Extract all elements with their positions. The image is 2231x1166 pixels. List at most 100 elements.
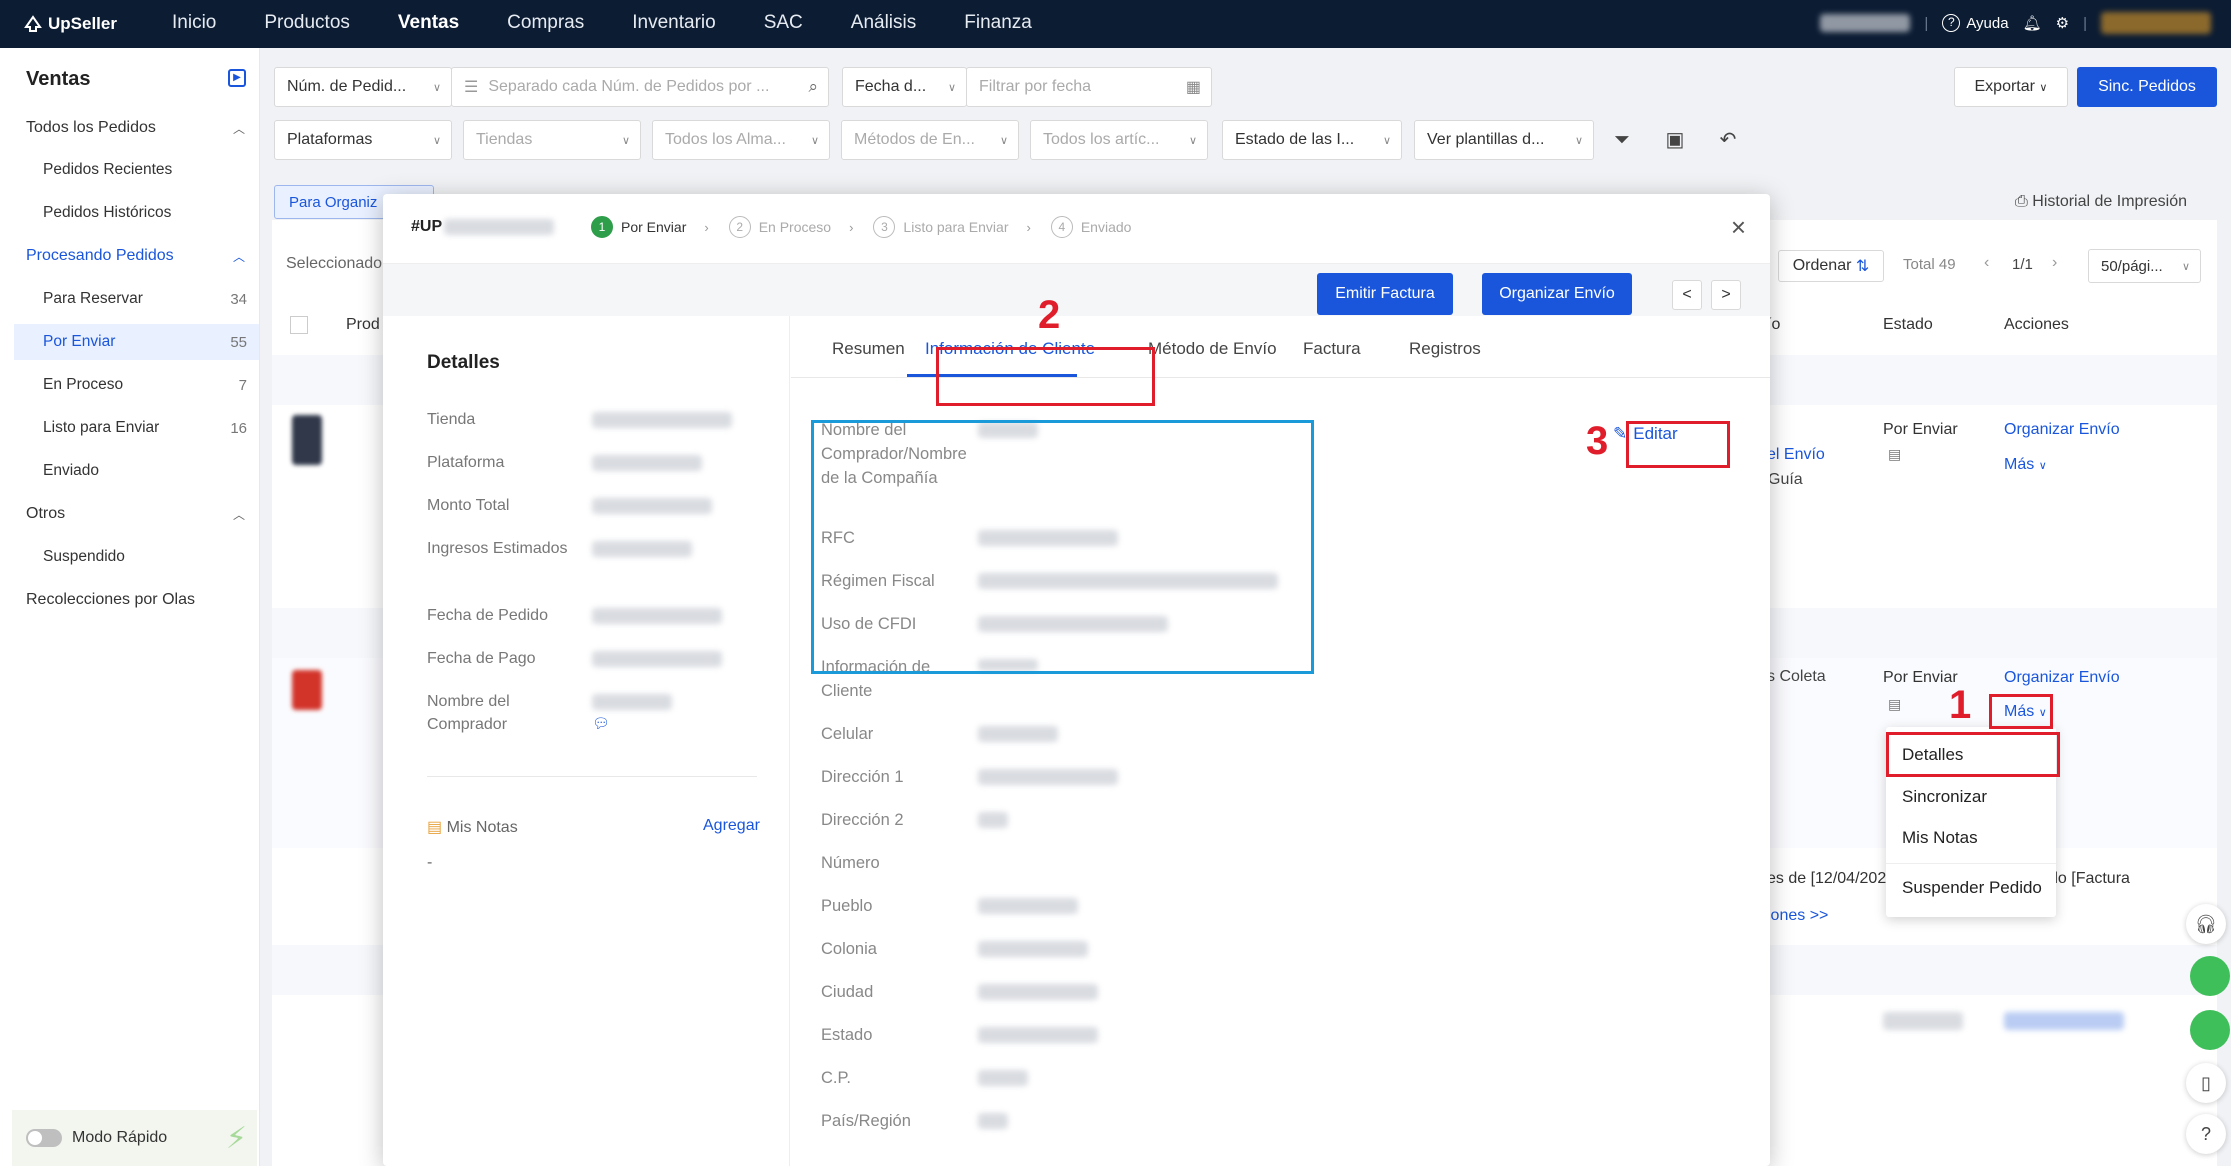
prev-page-icon[interactable]: ‹ bbox=[1984, 254, 1989, 272]
nav-productos[interactable]: Productos bbox=[264, 12, 350, 34]
platforms-select[interactable]: Plataformas ∨ bbox=[274, 120, 452, 160]
chat-bubble-icon[interactable] bbox=[2190, 1010, 2230, 1050]
note-icon: ▤ bbox=[427, 819, 443, 836]
next-page-icon[interactable]: › bbox=[2052, 254, 2057, 272]
blurred-status bbox=[1883, 1012, 1963, 1030]
export-button[interactable]: Exportar ∨ bbox=[1954, 67, 2068, 107]
next-order-button[interactable]: > bbox=[1711, 280, 1741, 310]
annotation-box-tab bbox=[936, 347, 1155, 406]
order-number-select[interactable]: Núm. de Pedid... ∨ bbox=[274, 67, 452, 107]
collapse-sidebar-icon[interactable]: ▶ bbox=[228, 69, 246, 87]
more-menu-link[interactable]: Más ∨ bbox=[2004, 456, 2047, 474]
templates-select[interactable]: Ver plantillas d... ∨ bbox=[1414, 120, 1594, 160]
client-field-row: Dirección 2 bbox=[821, 808, 1341, 832]
sidebar-item-todos[interactable]: Todos los Pedidos ︿ bbox=[0, 110, 259, 146]
nav-sac[interactable]: SAC bbox=[764, 12, 803, 34]
shipping-link[interactable]: el Envío bbox=[1767, 446, 1825, 464]
warehouses-select[interactable]: Todos los Alma... ∨ bbox=[652, 120, 830, 160]
topbar-right: | ? Ayuda 🔔︎ ⚙︎ | bbox=[1820, 12, 2211, 34]
gear-icon[interactable]: ⚙︎ bbox=[2056, 14, 2069, 32]
sync-orders-button[interactable]: Sinc. Pedidos bbox=[2077, 67, 2217, 107]
step-por-enviar: 1 Por Enviar › bbox=[591, 216, 709, 238]
sort-icon: ⇅ bbox=[1855, 258, 1870, 275]
bell-icon[interactable]: 🔔︎ bbox=[2023, 14, 2042, 32]
prev-order-button[interactable]: < bbox=[1672, 280, 1702, 310]
tab-registros[interactable]: Registros bbox=[1409, 339, 1481, 359]
emit-invoice-button[interactable]: Emitir Factura bbox=[1317, 273, 1453, 315]
organize-shipping-button[interactable]: Organizar Envío bbox=[1482, 273, 1632, 315]
add-note-link[interactable]: Agregar bbox=[703, 817, 760, 835]
brand-logo[interactable]: UpSeller bbox=[22, 13, 117, 35]
filter-icon[interactable]: ⏷ bbox=[1609, 127, 1635, 153]
print-history-link[interactable]: ⎙ Historial de Impresión bbox=[2015, 193, 2187, 211]
organize-shipping-link[interactable]: Organizar Envío bbox=[2004, 669, 2120, 687]
step-listo: 3 Listo para Enviar › bbox=[873, 216, 1031, 238]
chevron-up-icon: ︿ bbox=[232, 249, 245, 264]
sidebar-item-otros[interactable]: Otros ︿ bbox=[0, 496, 259, 532]
chat-icon[interactable]: 💬︎ bbox=[592, 715, 610, 731]
mobile-icon[interactable]: ▯ bbox=[2186, 1063, 2226, 1103]
modo-rapido-toggle[interactable] bbox=[26, 1129, 62, 1147]
sidebar-item-label: Procesando Pedidos bbox=[26, 247, 174, 264]
sidebar-item-label: Suspendido bbox=[43, 548, 125, 565]
nav-ventas[interactable]: Ventas bbox=[398, 12, 459, 34]
undo-icon[interactable]: ↶ bbox=[1715, 127, 1741, 153]
sidebar-item-por-enviar[interactable]: Por Enviar 55 bbox=[14, 324, 259, 360]
annotation-number-3: 3 bbox=[1586, 419, 1609, 463]
order-progress-steps: 1 Por Enviar › 2 En Proceso › 3 Listo para En… bbox=[591, 216, 1151, 238]
sort-button[interactable]: Ordenar ⇅ bbox=[1778, 250, 1884, 282]
sidebar-item-olas[interactable]: Recolecciones por Olas bbox=[0, 582, 259, 618]
tab-factura[interactable]: Factura bbox=[1303, 339, 1361, 359]
articles-select[interactable]: Todos los artíc... ∨ bbox=[1030, 120, 1208, 160]
help-circle-icon[interactable]: ? bbox=[2186, 1114, 2226, 1154]
nav-inventario[interactable]: Inventario bbox=[632, 12, 715, 34]
sidebar-item-en-proceso[interactable]: En Proceso 7 bbox=[0, 367, 259, 403]
stores-select[interactable]: Tiendas ∨ bbox=[463, 120, 641, 160]
nav-finanza[interactable]: Finanza bbox=[964, 12, 1032, 34]
date-filter-input[interactable]: Filtrar por fecha ▦ bbox=[966, 67, 1212, 107]
chevron-down-icon: ∨ bbox=[1574, 134, 1583, 147]
modo-rapido-label: Modo Rápido bbox=[72, 1129, 168, 1146]
shipping-methods-select[interactable]: Métodos de En... ∨ bbox=[841, 120, 1019, 160]
headset-support-icon[interactable]: 🎧︎ bbox=[2186, 904, 2226, 944]
tab-metodo-envio[interactable]: Método de Envío bbox=[1148, 339, 1277, 359]
guide-label: Guía bbox=[1768, 471, 1803, 488]
status-select[interactable]: Estado de las I... ∨ bbox=[1222, 120, 1402, 160]
nav-inicio[interactable]: Inicio bbox=[172, 12, 216, 34]
more-notes-link[interactable]: iones >> bbox=[1767, 907, 1828, 925]
help-label[interactable]: Ayuda bbox=[1966, 15, 2008, 32]
document-icon[interactable]: ▤ bbox=[1888, 696, 1901, 713]
per-page-select[interactable]: 50/pági... ∨ bbox=[2088, 249, 2201, 283]
notes-value: - bbox=[427, 854, 433, 871]
tab-resumen[interactable]: Resumen bbox=[832, 339, 905, 359]
client-field-row: Pueblo bbox=[821, 894, 1341, 918]
organize-shipping-link[interactable]: Organizar Envío bbox=[2004, 421, 2120, 439]
chat-bubble-icon[interactable] bbox=[2190, 956, 2230, 996]
modo-rapido-panel: Modo Rápido ⚡︎ bbox=[12, 1110, 257, 1166]
main-nav: Inicio Productos Ventas Compras Inventar… bbox=[172, 12, 1080, 34]
detail-row: Ingresos Estimados bbox=[427, 537, 757, 560]
sidebar-item-listo[interactable]: Listo para Enviar 16 bbox=[0, 410, 259, 446]
select-all-checkbox[interactable] bbox=[290, 316, 308, 334]
account-avatar[interactable] bbox=[2101, 12, 2211, 34]
help-icon[interactable]: ? bbox=[1942, 14, 1961, 32]
menu-item-suspender[interactable]: Suspender Pedido bbox=[1902, 878, 2042, 898]
document-icon[interactable]: ▤ bbox=[1888, 446, 1901, 463]
nav-analisis[interactable]: Análisis bbox=[851, 12, 916, 34]
close-icon[interactable]: × bbox=[1731, 212, 1746, 243]
product-column-header: Prod bbox=[346, 316, 380, 333]
order-search-input[interactable]: ☰ Separado cada Núm. de Pedidos por ... ⌕ bbox=[451, 67, 829, 107]
sidebar-item-enviado[interactable]: Enviado bbox=[0, 453, 259, 489]
sidebar-item-procesando[interactable]: Procesando Pedidos ︿ bbox=[0, 238, 259, 274]
page-indicator: 1/1 bbox=[2012, 256, 2033, 273]
sidebar-item-recientes[interactable]: Pedidos Recientes bbox=[0, 152, 259, 188]
menu-item-mis-notas[interactable]: Mis Notas bbox=[1902, 828, 1978, 848]
date-type-select[interactable]: Fecha d... ∨ bbox=[842, 67, 967, 107]
save-icon[interactable]: ▣ bbox=[1662, 127, 1688, 153]
sidebar-item-suspendido[interactable]: Suspendido bbox=[0, 539, 259, 575]
sidebar-item-para-reservar[interactable]: Para Reservar 34 bbox=[0, 281, 259, 317]
sidebar-item-historicos[interactable]: Pedidos Históricos bbox=[0, 195, 259, 231]
nav-compras[interactable]: Compras bbox=[507, 12, 584, 34]
sidebar-item-label: Listo para Enviar bbox=[43, 419, 160, 436]
menu-item-sincronizar[interactable]: Sincronizar bbox=[1902, 787, 1987, 807]
